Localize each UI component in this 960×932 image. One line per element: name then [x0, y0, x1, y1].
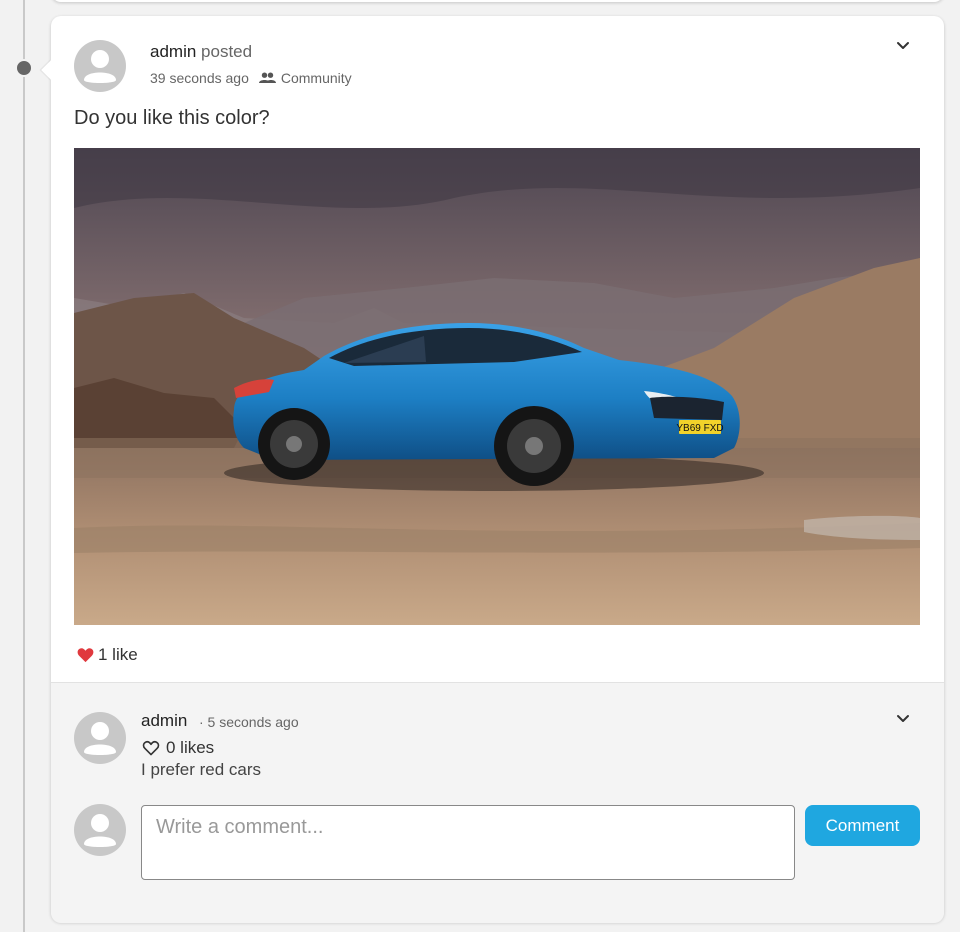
post-meta: 39 seconds ago Community	[150, 70, 352, 86]
car-photo: YB69 FXD	[74, 148, 920, 625]
avatar[interactable]	[74, 40, 126, 92]
comment-likes-count: 0 likes	[166, 738, 215, 757]
post-author[interactable]: admin	[150, 42, 196, 61]
comment-author[interactable]: admin	[141, 711, 187, 731]
post-likes-count[interactable]: 1 like	[98, 645, 138, 665]
post-text: Do you like this color?	[74, 107, 270, 129]
license-plate: YB69 FXD	[676, 423, 723, 434]
timeline-line	[23, 0, 25, 932]
chevron-down-icon[interactable]	[895, 711, 911, 727]
heart-filled-icon[interactable]	[77, 647, 94, 663]
post-time[interactable]: 39 seconds ago	[150, 70, 249, 86]
user-icon	[84, 814, 116, 847]
comment-time: · 5 seconds ago	[199, 714, 299, 730]
avatar[interactable]	[74, 712, 126, 764]
comment-input[interactable]	[141, 805, 795, 880]
user-icon	[84, 722, 116, 755]
comment-likes: 0 likes	[142, 738, 214, 758]
people-icon	[258, 72, 276, 84]
chevron-down-icon[interactable]	[895, 38, 911, 54]
post-image[interactable]: YB69 FXD	[74, 148, 920, 625]
previous-post-card	[51, 0, 944, 2]
post-likes: 1 like	[77, 645, 138, 665]
card-pointer	[41, 60, 61, 80]
avatar	[74, 804, 126, 856]
post-card: admin posted 39 seconds ago Community Do…	[41, 16, 944, 923]
comment-text: I prefer red cars	[141, 760, 261, 779]
post-header: admin posted	[150, 42, 252, 62]
user-icon	[84, 50, 116, 83]
post-audience: Community	[280, 70, 352, 86]
timeline-dot	[15, 59, 33, 77]
comments-section: admin · 5 seconds ago 0 likes I prefer r…	[51, 682, 944, 923]
post-action: posted	[201, 42, 253, 61]
heart-outline-icon[interactable]	[142, 740, 160, 756]
comment-button[interactable]: Comment	[805, 805, 920, 846]
